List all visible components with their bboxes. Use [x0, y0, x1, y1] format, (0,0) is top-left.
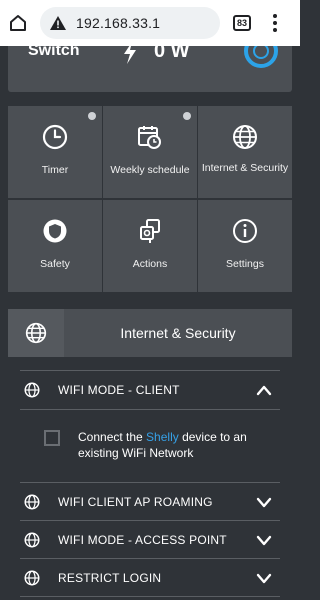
- home-icon: [10, 15, 26, 31]
- actions-icon: [140, 219, 160, 243]
- tile-label: Internet & Security: [201, 162, 289, 174]
- tile-safety[interactable]: Safety: [8, 200, 102, 292]
- tile-weekly-schedule[interactable]: Weekly schedule: [103, 106, 197, 198]
- clock-icon: [42, 124, 68, 150]
- tile-label: Timer: [41, 164, 69, 176]
- tile-internet-security[interactable]: Internet & Security: [198, 106, 292, 198]
- tile-timer[interactable]: Timer: [8, 106, 102, 198]
- chevron-down-icon: [256, 535, 272, 546]
- globe-icon: [24, 494, 40, 510]
- browser-toolbar: 192.168.33.1 83: [0, 0, 300, 46]
- accordion-wifi-access-point[interactable]: WIFI MODE - ACCESS POINT: [20, 521, 280, 559]
- tile-label: Actions: [132, 258, 168, 270]
- bolt-icon: [124, 46, 136, 64]
- accordion-restrict-login[interactable]: RESTRICT LOGIN: [20, 559, 280, 597]
- warning-icon[interactable]: [50, 15, 66, 31]
- chevron-down-icon: [256, 573, 272, 584]
- shield-icon: [43, 219, 67, 243]
- accordion-label: WIFI MODE - CLIENT: [58, 383, 180, 397]
- brand-name: Shelly: [146, 430, 179, 444]
- home-button[interactable]: [6, 11, 30, 35]
- divider: [20, 409, 280, 410]
- accordion-wifi-ap-roaming[interactable]: WIFI CLIENT AP ROAMING: [20, 483, 280, 521]
- url-text: 192.168.33.1: [76, 15, 161, 31]
- accordion-label: WIFI CLIENT AP ROAMING: [58, 495, 213, 509]
- label-prefix: Connect the: [78, 430, 147, 444]
- tile-actions[interactable]: Actions: [103, 200, 197, 292]
- power-toggle-button[interactable]: [244, 46, 278, 68]
- tab-switcher-button[interactable]: 83: [233, 15, 251, 31]
- calendar-schedule-icon: [138, 126, 161, 149]
- tile-indicator-dot: [88, 112, 96, 120]
- wifi-client-enable-checkbox[interactable]: [44, 430, 60, 446]
- section-title: Internet & Security: [120, 325, 236, 341]
- address-bar[interactable]: 192.168.33.1: [40, 7, 220, 39]
- accordion-label: WIFI MODE - ACCESS POINT: [58, 533, 227, 547]
- more-menu-icon[interactable]: [268, 12, 282, 34]
- section-header: Internet & Security: [8, 309, 292, 357]
- globe-icon: [25, 322, 47, 344]
- switch-label: Switch: [28, 46, 80, 59]
- globe-icon: [24, 382, 40, 398]
- tile-label: Settings: [226, 258, 264, 270]
- globe-icon: [24, 570, 40, 586]
- tile-indicator-dot: [183, 112, 191, 120]
- wifi-client-enable-label: Connect the Shelly device to an existing…: [78, 429, 278, 461]
- divider: [20, 596, 280, 597]
- info-icon: [233, 219, 257, 243]
- power-reading: 0 W: [154, 46, 190, 62]
- globe-icon: [24, 532, 40, 548]
- globe-icon: [233, 125, 257, 149]
- accordion-label: RESTRICT LOGIN: [58, 571, 162, 585]
- section-icon-box: [8, 309, 64, 357]
- tile-label: Safety: [40, 258, 70, 270]
- chevron-up-icon: [256, 385, 272, 396]
- tile-settings[interactable]: Settings: [198, 200, 292, 292]
- accordion-wifi-client[interactable]: WIFI MODE - CLIENT: [20, 371, 280, 409]
- switch-status-card: Switch 0 W: [8, 46, 292, 92]
- chevron-down-icon: [256, 497, 272, 508]
- tile-label: Weekly schedule: [110, 164, 190, 176]
